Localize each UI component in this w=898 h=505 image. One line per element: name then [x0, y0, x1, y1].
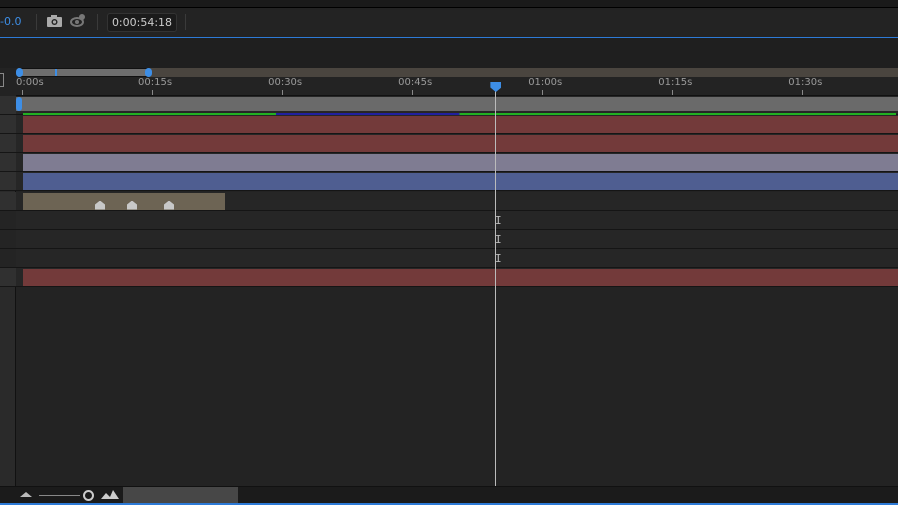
bracket-icon: [0, 73, 4, 87]
layer-switch-cell[interactable]: [0, 96, 16, 115]
layer-row[interactable]: [16, 134, 898, 154]
layer-duration-bar[interactable]: [23, 154, 898, 172]
layer-switch-cell[interactable]: [0, 115, 16, 135]
layer-row[interactable]: I: [16, 248, 898, 268]
navigator-start-handle[interactable]: [16, 68, 23, 77]
playhead-line: [495, 86, 497, 486]
divider: [185, 14, 186, 30]
layer-switch-cell[interactable]: [0, 229, 16, 249]
layer-duration-bar[interactable]: [23, 116, 898, 134]
ruler-tick: [672, 90, 674, 95]
time-navigator-range[interactable]: [20, 68, 148, 77]
divider: [36, 14, 37, 30]
ruler-tick: [152, 90, 154, 95]
layer-duration-bar[interactable]: [23, 135, 898, 153]
ruler-tick: [282, 90, 284, 95]
zoom-value[interactable]: -0.0: [0, 15, 21, 28]
layer-switch-cell[interactable]: [0, 267, 16, 287]
keyframe-marker[interactable]: [164, 200, 174, 210]
layer-switch-cell[interactable]: [0, 134, 16, 154]
top-panel-edge: [0, 0, 898, 8]
timeline-header: [0, 38, 898, 68]
layer-switch-cell[interactable]: [0, 153, 16, 173]
layer-row[interactable]: [16, 96, 898, 116]
layer-row[interactable]: [16, 191, 898, 211]
ruler-tick-label: 01:30s: [788, 77, 823, 88]
ruler-tick: [22, 90, 23, 95]
ruler-tick-label: 00:45s: [398, 77, 433, 88]
current-time-display[interactable]: 0:00:54:18: [107, 13, 177, 32]
divider: [97, 14, 98, 30]
layer-duration-bar[interactable]: [23, 268, 898, 286]
work-area-start-handle[interactable]: [16, 97, 22, 111]
keyframe-marker[interactable]: [127, 200, 137, 210]
layer-row[interactable]: [16, 115, 898, 135]
zoom-slider-thumb[interactable]: [83, 490, 94, 501]
ruler-tick-label: 01:15s: [658, 77, 693, 88]
layer-row[interactable]: I: [16, 229, 898, 249]
ruler-tick: [802, 90, 804, 95]
layer-row[interactable]: [16, 153, 898, 173]
camera-icon[interactable]: [47, 15, 62, 27]
layer-switch-cell[interactable]: [0, 248, 16, 268]
layer-row[interactable]: [16, 172, 898, 192]
ruler-tick-label: 01:00s: [528, 77, 563, 88]
layer-duration-bar[interactable]: [23, 173, 898, 191]
show-snapshot-icon[interactable]: [70, 14, 86, 27]
keyframe-marker[interactable]: [95, 200, 105, 210]
layer-duration-bar[interactable]: [16, 97, 898, 116]
layer-row[interactable]: I: [16, 210, 898, 230]
horizontal-scrollbar[interactable]: [123, 487, 238, 503]
zoom-slider-track[interactable]: [39, 495, 80, 496]
layer-switch-cell[interactable]: [0, 172, 16, 192]
navigator-playhead-marker: [55, 69, 57, 76]
navigator-end-handle[interactable]: [145, 68, 152, 77]
zoom-in-icon[interactable]: [101, 489, 119, 499]
ruler-tick: [412, 90, 414, 95]
layer-switch-cell[interactable]: [0, 191, 16, 211]
ruler-tick-label: 0:00s: [16, 77, 44, 88]
layer-row[interactable]: [16, 267, 898, 287]
ruler-tick-label: 00:30s: [268, 77, 303, 88]
layer-duration-bar[interactable]: [23, 192, 225, 210]
layer-switch-cell[interactable]: [0, 210, 16, 230]
ruler-tick: [542, 90, 544, 95]
zoom-out-icon[interactable]: [20, 491, 32, 497]
ruler-tick-label: 00:15s: [138, 77, 173, 88]
